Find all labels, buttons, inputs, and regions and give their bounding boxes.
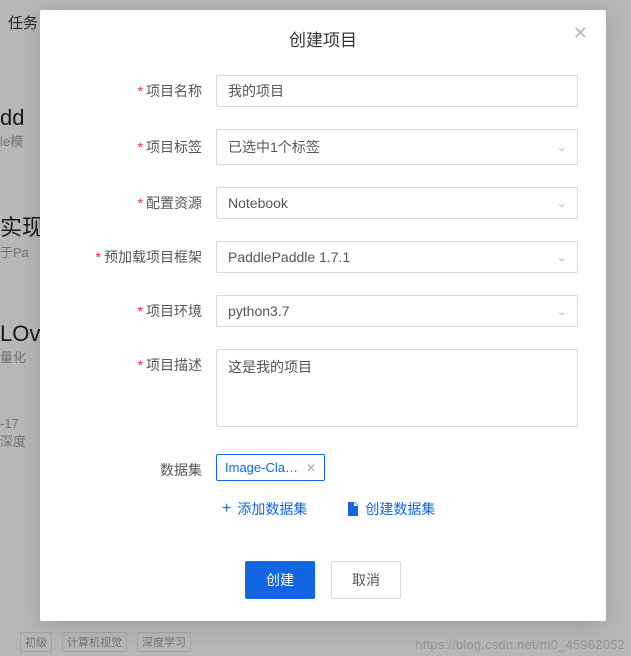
label-dataset: 数据集 bbox=[40, 454, 216, 480]
field-framework: *预加载项目框架 PaddlePaddle 1.7.1 ⌄ bbox=[40, 241, 578, 273]
select-value: Notebook bbox=[228, 195, 288, 211]
submit-button[interactable]: 创建 bbox=[245, 561, 315, 599]
modal-header: 创建项目 ✕ bbox=[40, 10, 606, 65]
chevron-down-icon: ⌄ bbox=[556, 251, 567, 264]
select-value: 已选中1个标签 bbox=[228, 137, 320, 157]
add-dataset-label: 添加数据集 bbox=[237, 499, 307, 519]
chevron-down-icon: ⌄ bbox=[556, 141, 567, 154]
label-framework: *预加载项目框架 bbox=[40, 247, 216, 267]
file-icon bbox=[347, 502, 359, 516]
framework-select[interactable]: PaddlePaddle 1.7.1 ⌄ bbox=[216, 241, 578, 273]
create-project-modal: 创建项目 ✕ *项目名称 *项目标签 已选中1个标签 ⌄ *配置资源 Noteb… bbox=[40, 10, 606, 621]
create-dataset-button[interactable]: 创建数据集 bbox=[347, 499, 435, 519]
watermark: https://blog.csdn.net/m0_45962052 bbox=[415, 637, 625, 652]
project-name-input[interactable] bbox=[216, 75, 578, 107]
select-value: PaddlePaddle 1.7.1 bbox=[228, 249, 350, 265]
field-dataset: 数据集 Image-Cla… ✕ + 添加数据集 创建数据集 bbox=[40, 454, 578, 519]
dataset-chip: Image-Cla… ✕ bbox=[216, 454, 325, 481]
label-desc: *项目描述 bbox=[40, 349, 216, 375]
dataset-actions: + 添加数据集 创建数据集 bbox=[216, 499, 578, 519]
close-icon[interactable]: ✕ bbox=[573, 24, 588, 42]
field-desc: *项目描述 bbox=[40, 349, 578, 432]
label-project-tags: *项目标签 bbox=[40, 137, 216, 157]
dataset-chip-text: Image-Cla… bbox=[225, 460, 298, 475]
plus-icon: + bbox=[222, 501, 231, 517]
field-project-tags: *项目标签 已选中1个标签 ⌄ bbox=[40, 129, 578, 165]
add-dataset-button[interactable]: + 添加数据集 bbox=[222, 499, 307, 519]
chevron-down-icon: ⌄ bbox=[556, 305, 567, 318]
field-project-name: *项目名称 bbox=[40, 75, 578, 107]
resource-select[interactable]: Notebook ⌄ bbox=[216, 187, 578, 219]
env-select[interactable]: python3.7 ⌄ bbox=[216, 295, 578, 327]
select-value: python3.7 bbox=[228, 303, 290, 319]
modal-title: 创建项目 bbox=[289, 31, 357, 50]
cancel-button[interactable]: 取消 bbox=[331, 561, 401, 599]
label-project-name: *项目名称 bbox=[40, 81, 216, 101]
desc-textarea[interactable] bbox=[216, 349, 578, 427]
field-env: *项目环境 python3.7 ⌄ bbox=[40, 295, 578, 327]
label-resource: *配置资源 bbox=[40, 193, 216, 213]
field-resource: *配置资源 Notebook ⌄ bbox=[40, 187, 578, 219]
modal-footer: 创建 取消 bbox=[40, 541, 606, 621]
remove-dataset-icon[interactable]: ✕ bbox=[306, 461, 316, 475]
create-dataset-label: 创建数据集 bbox=[365, 499, 435, 519]
modal-body: *项目名称 *项目标签 已选中1个标签 ⌄ *配置资源 Notebook ⌄ bbox=[40, 65, 606, 519]
label-env: *项目环境 bbox=[40, 301, 216, 321]
project-tags-select[interactable]: 已选中1个标签 ⌄ bbox=[216, 129, 578, 165]
chevron-down-icon: ⌄ bbox=[556, 197, 567, 210]
